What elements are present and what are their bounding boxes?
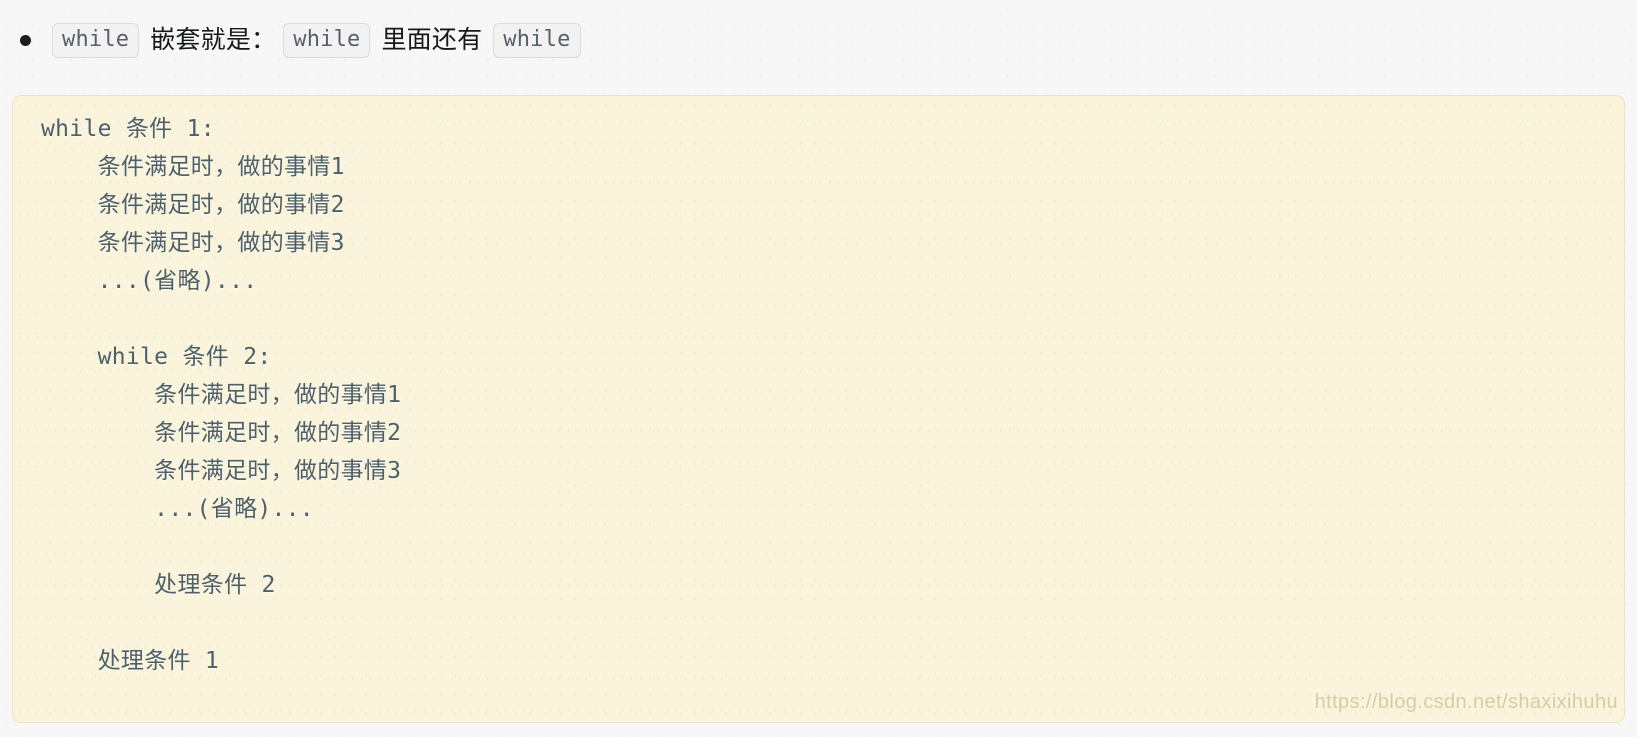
header-text-part-1: 嵌套就是： <box>150 25 277 54</box>
watermark-url: https://blog.csdn.net/shaxixihuhu <box>1314 691 1618 713</box>
inline-code-chip-while-2: while <box>283 22 371 58</box>
header-text-group: while 嵌套就是： while 里面还有 while <box>52 22 581 58</box>
inline-code-chip-while-1: while <box>52 22 140 58</box>
bullet-dot-icon <box>20 35 31 46</box>
code-block-content: while 条件 1: 条件满足时，做的事情1 条件满足时，做的事情2 条件满足… <box>41 116 402 674</box>
header-text-part-2: 里面还有 <box>381 25 483 54</box>
bullet-header-line: while 嵌套就是： while 里面还有 while <box>0 0 1637 80</box>
inline-code-chip-while-3: while <box>493 22 581 58</box>
code-block: while 条件 1: 条件满足时，做的事情1 条件满足时，做的事情2 条件满足… <box>12 95 1625 723</box>
